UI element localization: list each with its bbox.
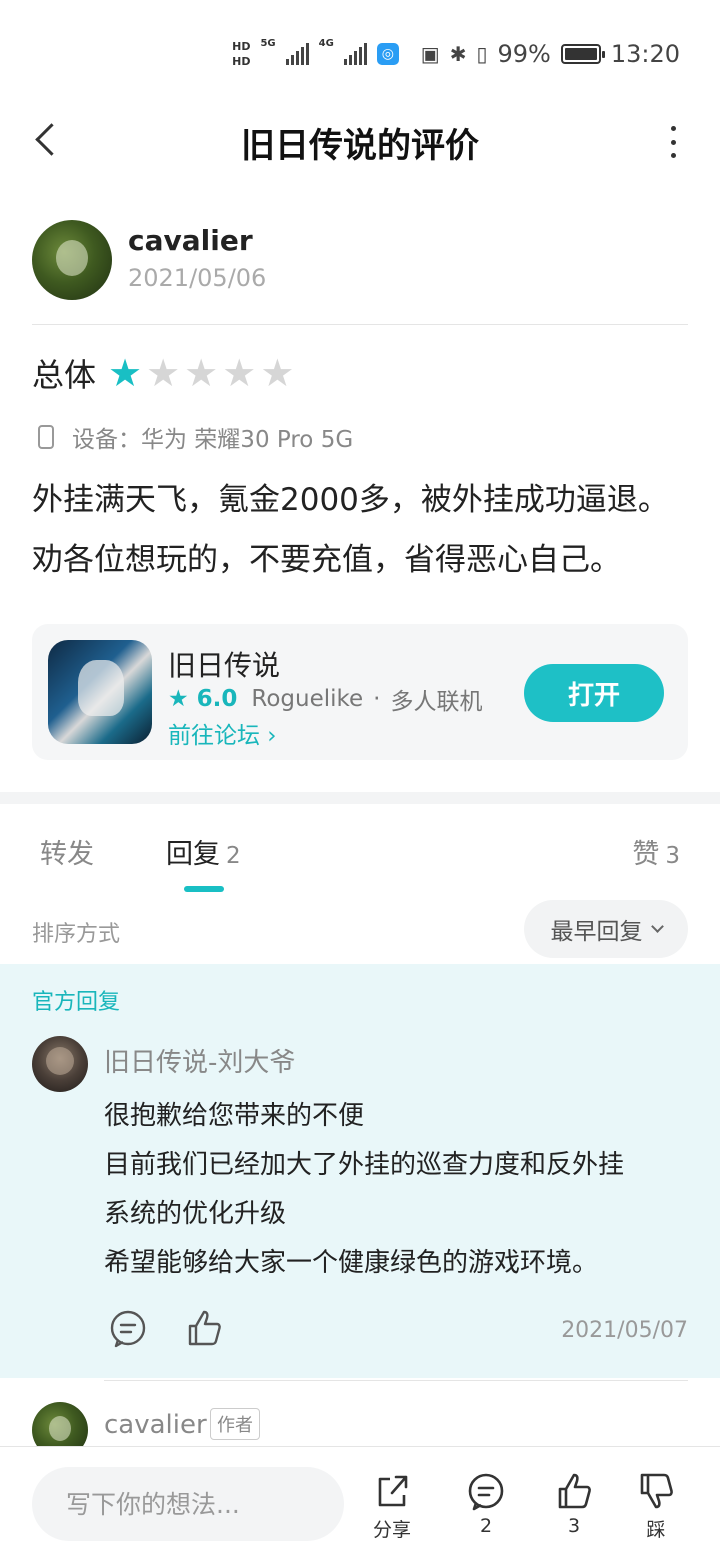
sort-label: 排序方式 xyxy=(32,922,121,947)
bottom-bar: 分享 2 3 踩 xyxy=(0,1446,720,1560)
app-meta: ★ 6.0 Roguelike · 多人联机 xyxy=(168,682,482,716)
phone-icon xyxy=(38,425,54,449)
rating-row: 总体 ★ ★ ★ ★ ★ xyxy=(32,350,298,396)
bluetooth-icon: ✱ xyxy=(449,42,467,66)
review-author: cavalier 2021/05/06 xyxy=(32,220,692,300)
like-count: 3 xyxy=(567,1515,581,1537)
star-icon: ★ xyxy=(184,351,219,395)
battery-level xyxy=(564,48,597,60)
app-icon[interactable] xyxy=(48,640,152,744)
review-line: 外挂满天飞，氪金2000多，被外挂成功逼退。 xyxy=(32,482,669,518)
tab-forward[interactable]: 转发 xyxy=(40,832,94,871)
reply-line: 目前我们已经加大了外挂的巡查力度和反外挂 xyxy=(104,1150,625,1180)
like-button[interactable]: 3 xyxy=(544,1471,604,1537)
divider xyxy=(32,324,688,325)
comment-icon xyxy=(468,1473,504,1511)
thumbs-up-icon xyxy=(558,1473,591,1509)
separator: · xyxy=(373,686,381,712)
open-app-button[interactable]: 打开 xyxy=(524,664,664,722)
share-button[interactable]: 分享 xyxy=(362,1471,422,1542)
tab-like[interactable]: 赞3 xyxy=(632,832,680,871)
search-app-icon: ◎ xyxy=(376,43,399,65)
tab-reply[interactable]: 回复 2 xyxy=(166,832,241,871)
official-author[interactable]: 旧日传说-刘大爷 xyxy=(104,1042,295,1079)
app-score-value: 6.0 xyxy=(196,686,238,712)
device-label: 设备：华为 荣耀30 Pro 5G xyxy=(72,427,354,453)
tab-reply-count: 2 xyxy=(226,843,241,869)
star-icon: ★ xyxy=(260,351,295,395)
network-4g-label: 4G xyxy=(318,38,334,49)
reply-line: 系统的优化升级 xyxy=(104,1199,287,1229)
reply-item: cavalier 作者 xyxy=(0,1380,720,1458)
nfc-icon: ▣ xyxy=(420,42,440,66)
comment-icon[interactable] xyxy=(108,1308,148,1348)
official-reply-text: 很抱歉给您带来的不便 目前我们已经加大了外挂的巡查力度和反外挂 系统的优化升级 … xyxy=(104,1092,684,1288)
battery-percent: 99% xyxy=(497,40,551,68)
author-badge: 作者 xyxy=(210,1408,260,1440)
reply-tabs: 转发 回复 2 赞3 xyxy=(0,804,720,896)
page-title: 旧日传说的评价 xyxy=(241,126,479,166)
hd-indicator: HD HD xyxy=(232,40,250,68)
avatar[interactable] xyxy=(32,220,112,300)
sort-dropdown[interactable]: 最早回复 xyxy=(524,900,688,958)
tab-like-label: 赞 xyxy=(632,839,660,870)
app-score: ★ 6.0 xyxy=(168,686,237,712)
tab-forward-label: 转发 xyxy=(40,839,94,870)
share-label: 分享 xyxy=(372,1519,411,1541)
device-info: 设备：华为 荣耀30 Pro 5G xyxy=(32,420,353,454)
avatar[interactable] xyxy=(32,1036,88,1092)
forum-link[interactable]: 前往论坛 › xyxy=(168,716,277,750)
thumbs-down-icon xyxy=(640,1473,673,1509)
signal-icon xyxy=(285,43,309,65)
rating-label: 总体 xyxy=(32,356,97,394)
hd1-label: HD xyxy=(232,40,251,53)
reply-author[interactable]: cavalier xyxy=(104,1410,207,1440)
review-content: 外挂满天飞，氪金2000多，被外挂成功逼退。 劝各位想玩的，不要充值，省得恶心自… xyxy=(32,470,692,590)
star-icon: ★ xyxy=(146,351,181,395)
review-date: 2021/05/06 xyxy=(128,264,267,292)
sort-row: 排序方式 最早回复 xyxy=(32,900,688,958)
thumbs-up-icon[interactable] xyxy=(184,1308,224,1348)
review-line: 劝各位想玩的，不要充值，省得恶心自己。 xyxy=(32,542,621,578)
app-tag: Roguelike xyxy=(251,686,364,712)
reply-line: 希望能够给大家一个健康绿色的游戏环境。 xyxy=(104,1248,599,1278)
official-reply: 官方回复 旧日传说-刘大爷 很抱歉给您带来的不便 目前我们已经加大了外挂的巡查力… xyxy=(0,964,720,1378)
hd2-label: HD xyxy=(232,55,251,68)
vibrate-icon: ▯ xyxy=(476,42,488,66)
section-gap xyxy=(0,792,720,804)
official-reply-title: 官方回复 xyxy=(32,990,121,1015)
divider xyxy=(104,1380,688,1381)
star-icon: ★ xyxy=(168,686,197,712)
share-icon xyxy=(378,1475,408,1507)
sort-value: 最早回复 xyxy=(550,919,643,945)
reply-line: 很抱歉给您带来的不便 xyxy=(104,1101,365,1131)
battery-icon xyxy=(560,44,605,64)
clock: 13:20 xyxy=(610,40,680,68)
app-name: 旧日传说 xyxy=(168,649,281,682)
signal-icon-2 xyxy=(343,43,367,65)
tab-like-count: 3 xyxy=(665,843,680,869)
more-menu-button[interactable] xyxy=(666,126,680,158)
chevron-down-icon xyxy=(650,920,664,933)
top-nav: 旧日传说的评价 xyxy=(0,100,720,180)
app-card[interactable]: 旧日传说 ★ 6.0 Roguelike · 多人联机 前往论坛 › 打开 xyxy=(32,624,688,760)
comment-button[interactable]: 2 xyxy=(456,1471,516,1537)
tab-active-indicator xyxy=(184,886,224,892)
official-reply-date: 2021/05/07 xyxy=(561,1318,688,1343)
star-icon: ★ xyxy=(222,351,257,395)
dislike-label: 踩 xyxy=(646,1519,666,1541)
tab-reply-label: 回复 xyxy=(166,839,220,870)
comment-input[interactable] xyxy=(32,1467,344,1541)
dislike-button[interactable]: 踩 xyxy=(626,1471,686,1542)
network-5g-label: 5G xyxy=(260,38,276,49)
author-name[interactable]: cavalier xyxy=(128,224,253,257)
status-bar: HD HD 5G 4G ◎ ▣ ✱ ▯ 99% 13:20 xyxy=(0,0,720,100)
comment-count: 2 xyxy=(479,1515,493,1537)
star-icon: ★ xyxy=(108,351,143,395)
app-tag: 多人联机 xyxy=(390,689,483,715)
official-reply-actions xyxy=(108,1308,224,1348)
